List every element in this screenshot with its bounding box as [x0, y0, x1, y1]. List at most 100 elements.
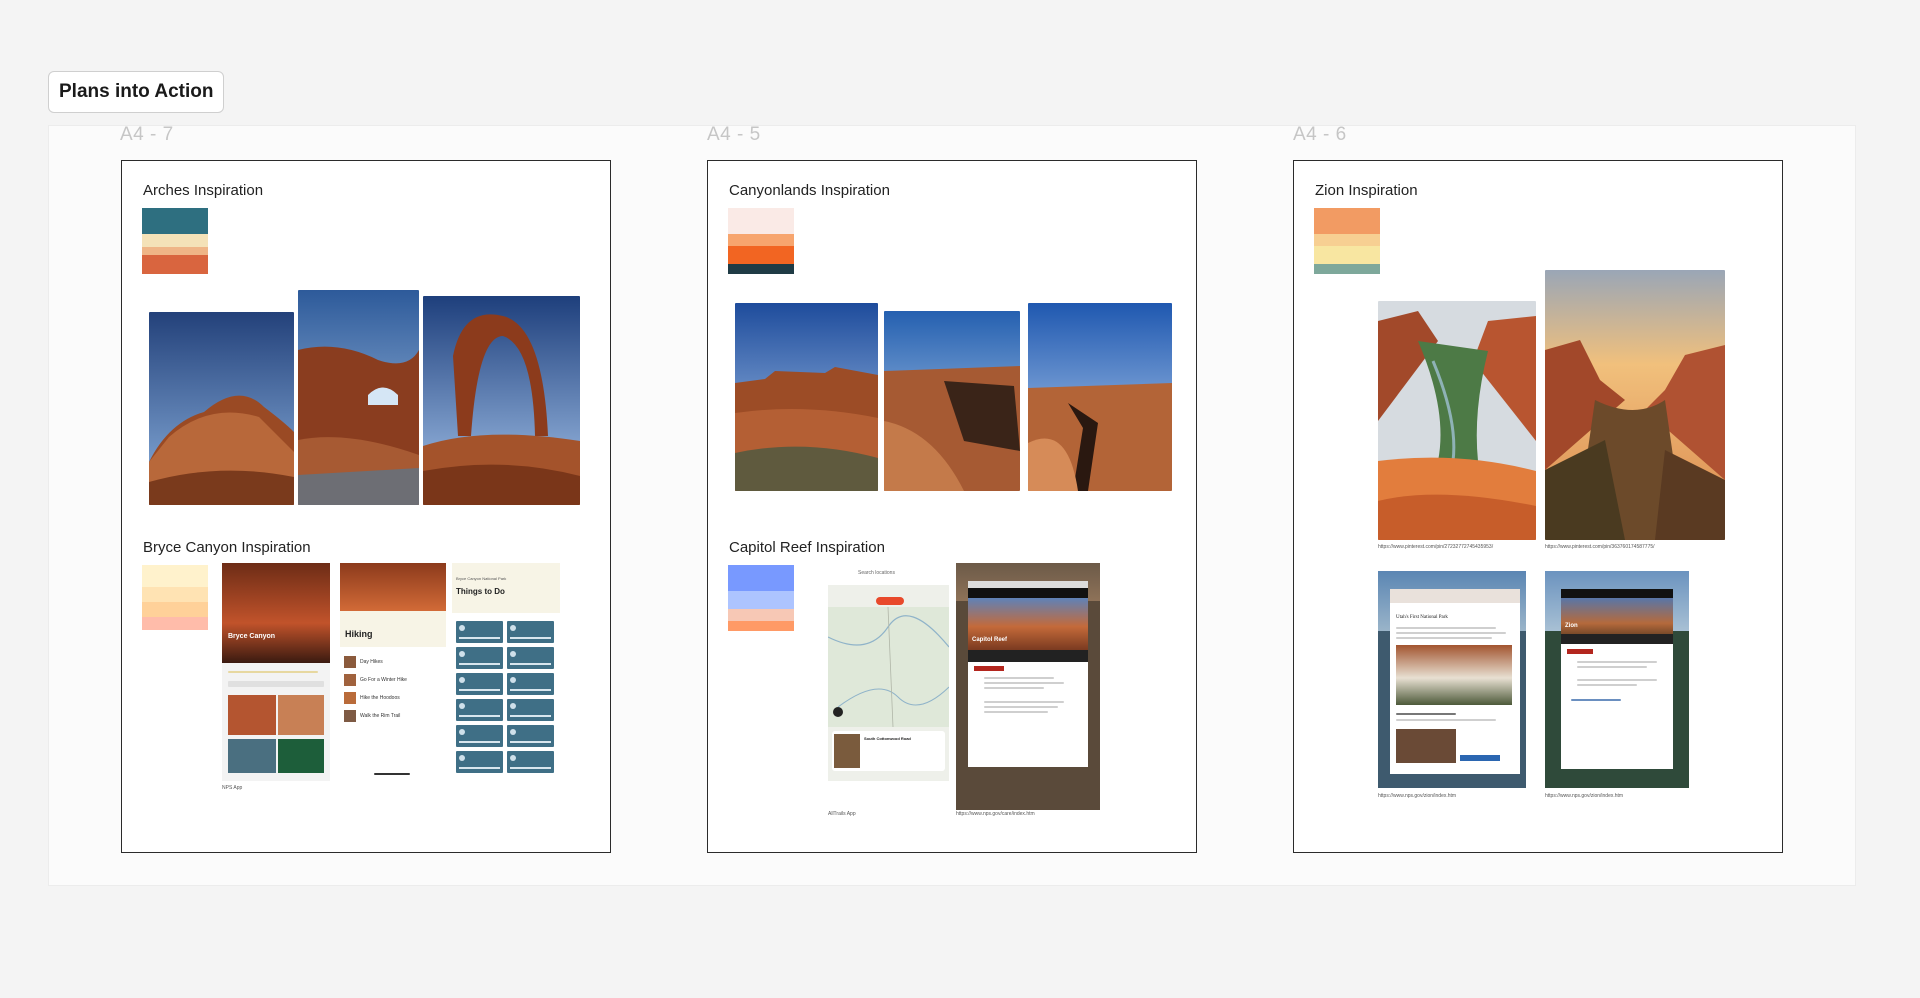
- quick-links: [1561, 634, 1673, 644]
- photo-red-rock-dome: [149, 312, 294, 505]
- text-line: [1396, 627, 1496, 629]
- site-title: Zion: [1565, 623, 1578, 629]
- nps-app-home-screenshot: Bryce Canyon: [222, 563, 330, 781]
- nps-zion-alerts-screenshot: Zion: [1545, 571, 1689, 788]
- alert-line: [984, 682, 1064, 684]
- photo-tile: [228, 695, 276, 735]
- swatch-color: [142, 208, 208, 234]
- swatch-color: [1314, 234, 1380, 246]
- trail-thumb: [834, 734, 860, 768]
- nps-zion-site-screenshot: Utah's First National Park: [1378, 571, 1526, 788]
- alert-line: [984, 687, 1044, 689]
- section-title[interactable]: Plans into Action: [48, 71, 225, 113]
- photo-rock-arch-window: [298, 290, 419, 505]
- hero-image: [222, 563, 330, 663]
- alltrails-caption: AllTrails App: [828, 811, 856, 817]
- bryce-palette: [142, 565, 208, 630]
- home-indicator: [374, 773, 410, 775]
- quick-links: [968, 650, 1088, 662]
- zion-photo-url-1: https://www.pinterest.com/pin/2723277274…: [1378, 544, 1494, 550]
- frame-a4-7[interactable]: Arches Inspiration Bryce Canyon Inspirat…: [121, 160, 611, 853]
- alert-strip: [228, 671, 318, 673]
- photo-zion-canyon-sunset: [1545, 270, 1725, 540]
- things-subtitle: Bryce Canyon National Park: [456, 576, 507, 581]
- park-name: Bryce Canyon: [228, 633, 276, 640]
- swatch-color: [728, 234, 794, 246]
- alert-line: [984, 701, 1064, 703]
- activity-tile: [507, 647, 554, 669]
- nps-nav: [1561, 589, 1673, 598]
- photo-deep-gorge: [884, 311, 1020, 491]
- alert-line: [984, 677, 1054, 679]
- text-line: [1396, 637, 1492, 639]
- landscape-image: [1028, 303, 1172, 491]
- activity-tile: [456, 751, 503, 773]
- photo-tile: [278, 695, 324, 735]
- arches-heading: Arches Inspiration: [143, 182, 264, 199]
- canyonlands-heading: Canyonlands Inspiration: [729, 182, 890, 199]
- swatch-color: [728, 621, 794, 631]
- frame-label-a4-5[interactable]: A4 - 5: [707, 124, 761, 146]
- activity-tile: [456, 647, 503, 669]
- photo-tile: [228, 739, 276, 773]
- hike-item: Hike the Hoodoos: [360, 695, 400, 701]
- shuttle-photo: [1396, 645, 1512, 705]
- arches-palette: [142, 208, 208, 274]
- alert-line: [1577, 679, 1657, 681]
- nps-nav: [968, 588, 1088, 598]
- activity-tile: [507, 621, 554, 643]
- frame-a4-6[interactable]: Zion Inspiration https://www.pinterest.c…: [1293, 160, 1783, 853]
- frame-label-a4-7[interactable]: A4 - 7: [120, 124, 174, 146]
- activity-tile: [507, 673, 554, 695]
- capitol-reef-heading: Capitol Reef Inspiration: [729, 539, 885, 556]
- swatch-color: [142, 602, 208, 617]
- swatch-color: [728, 246, 794, 264]
- tab-bar: [828, 781, 949, 796]
- zion-palette: [1314, 208, 1380, 274]
- landscape-image: [735, 303, 878, 491]
- swatch-color: [142, 255, 208, 274]
- swatch-color: [142, 247, 208, 255]
- map-tile: [278, 739, 324, 773]
- swatch-color: [142, 234, 208, 247]
- photo-delicate-arch: [423, 296, 580, 505]
- zion-site-url-1: https://www.nps.gov/zion/index.htm: [1378, 793, 1457, 799]
- frame-a4-5[interactable]: Canyonlands Inspiration Capitol Reef Ins…: [707, 160, 1197, 853]
- capitol-reef-url: https://www.nps.gov/care/index.htm: [956, 811, 1035, 817]
- alert-line: [984, 706, 1058, 708]
- landscape-image: [1545, 270, 1725, 540]
- hike-thumb: [344, 656, 356, 668]
- site-title: Capitol Reef: [972, 637, 1008, 643]
- alltrails-screenshot: Search locations South Cottonwood Road: [828, 563, 949, 796]
- activity-tile: [456, 725, 503, 747]
- swatch-color: [1314, 208, 1380, 234]
- swatch-color: [728, 591, 794, 609]
- swatch-color: [142, 617, 208, 630]
- browser-toolbar: [1390, 589, 1520, 603]
- link-line: [1571, 699, 1621, 701]
- nps-app-hiking-screenshot: Hiking Day Hikes Go For a Winter Hike Hi…: [340, 563, 446, 781]
- hike-item: Walk the Rim Trail: [360, 713, 401, 719]
- swatch-color: [728, 208, 794, 234]
- browser-toolbar: [968, 581, 1088, 588]
- alert-badge: [1567, 649, 1593, 654]
- hike-thumb: [344, 710, 356, 722]
- hike-thumb: [344, 674, 356, 686]
- activity-tile: [456, 673, 503, 695]
- trail-map: [828, 607, 949, 727]
- swatch-color: [728, 609, 794, 621]
- swatch-color: [728, 264, 794, 274]
- alert-line: [1577, 684, 1637, 686]
- things-title: Things to Do: [456, 587, 505, 596]
- activity-tile: [456, 621, 503, 643]
- frame-label-a4-6[interactable]: A4 - 6: [1293, 124, 1347, 146]
- zion-photo-url-2: https://www.pinterest.com/pin/3637601745…: [1545, 544, 1655, 550]
- landscape-image: [298, 290, 419, 505]
- photo-zion-canyon-overlook: [1378, 301, 1536, 540]
- swatch-color: [142, 565, 208, 587]
- capitol-reef-palette: [728, 565, 794, 631]
- bryce-heading: Bryce Canyon Inspiration: [143, 539, 311, 556]
- text-line: [1396, 632, 1506, 634]
- hike-item: Day Hikes: [360, 659, 383, 665]
- swatch-color: [1314, 246, 1380, 264]
